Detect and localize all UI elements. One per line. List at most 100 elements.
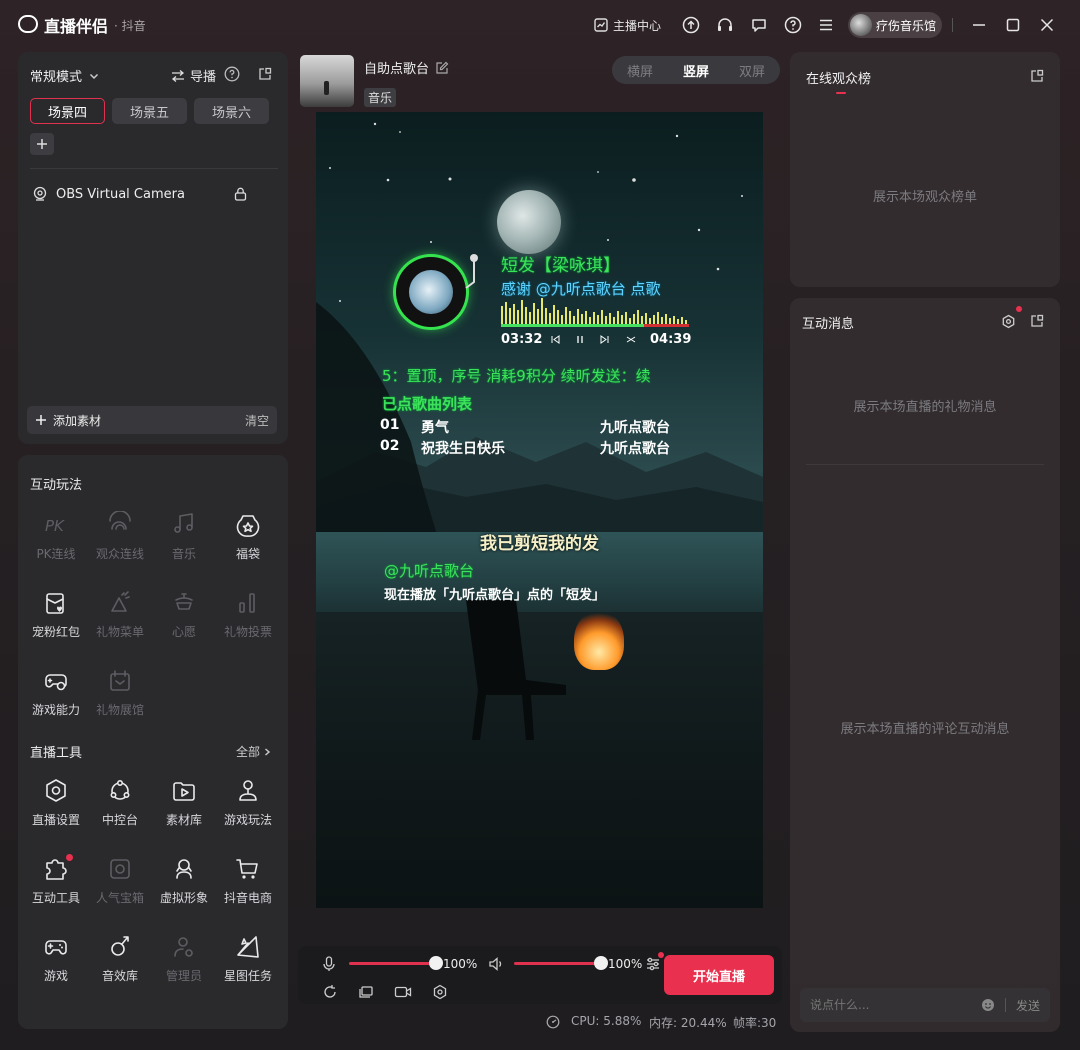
speaker-button[interactable]	[488, 956, 504, 972]
tool-item[interactable]: 虚拟形象	[152, 854, 216, 916]
speaker-volume-knob[interactable]	[594, 956, 608, 970]
star-task-icon	[237, 936, 259, 958]
minimize-button[interactable]	[972, 14, 986, 36]
speaker-volume-track	[514, 962, 601, 965]
headset-button[interactable]	[716, 14, 734, 36]
message-settings-button[interactable]	[1001, 314, 1016, 329]
tool-item[interactable]: 素材库	[152, 776, 216, 838]
comment-input[interactable]	[810, 998, 981, 1012]
mic-volume-knob[interactable]	[429, 956, 443, 970]
tool-label: 素材库	[165, 813, 202, 827]
add-scene-button[interactable]	[30, 133, 54, 155]
interactive-item[interactable]: 音乐	[152, 510, 216, 572]
popout-scenes-button[interactable]	[258, 67, 272, 81]
overlay-now-playing: 现在播放「九听点歌台」点的「短发」	[384, 588, 606, 603]
interactive-icon-wrap	[169, 510, 199, 540]
scene-tab-5[interactable]: 场景五	[112, 98, 187, 124]
title-bar: 直播伴侣 · 抖音 主播中心 疗伤音乐馆	[0, 0, 1080, 48]
interactive-item[interactable]: 福袋	[216, 510, 280, 572]
mic-button[interactable]	[322, 956, 336, 972]
tool-item[interactable]: 星图任务	[216, 932, 280, 994]
user-profile-button[interactable]: 疗伤音乐馆	[848, 12, 942, 38]
tool-item[interactable]: 中控台	[88, 776, 152, 838]
send-button[interactable]: 发送	[1016, 997, 1040, 1014]
screen-share-button[interactable]	[359, 984, 375, 1000]
tool-icon-wrap	[233, 932, 263, 962]
interactive-item[interactable]: 游戏能力	[24, 666, 88, 728]
tool-item[interactable]: 音效库	[88, 932, 152, 994]
maximize-button[interactable]	[1006, 14, 1020, 36]
audience-rank-panel	[790, 52, 1060, 287]
emoji-icon[interactable]	[981, 998, 995, 1012]
mic-volume-slider[interactable]	[349, 962, 436, 965]
orientation-landscape[interactable]: 横屏	[627, 61, 653, 80]
refresh-button[interactable]	[322, 984, 338, 1000]
camera-button[interactable]	[394, 984, 412, 1000]
popout-rank-button[interactable]	[1030, 69, 1044, 83]
help-icon	[224, 66, 240, 82]
album-art	[409, 270, 453, 314]
interactive-item[interactable]: PK PK连线	[24, 510, 88, 572]
tool-item[interactable]: 直播设置	[24, 776, 88, 838]
scene-tab-4[interactable]: 场景四	[30, 98, 105, 124]
upload-icon	[682, 16, 700, 34]
interactive-item[interactable]: 心愿	[152, 588, 216, 650]
memory-usage: 内存: 20.44%	[649, 1016, 727, 1030]
cover-figure	[324, 81, 329, 95]
audio-settings-button[interactable]	[645, 956, 661, 972]
help-circle-button[interactable]	[224, 66, 240, 82]
interactive-item[interactable]: 礼物投票	[216, 588, 280, 650]
menu-button[interactable]	[818, 14, 834, 36]
tools-all-label: 全部	[236, 745, 261, 759]
tool-item[interactable]: 人气宝箱	[88, 854, 152, 916]
orientation-portrait[interactable]: 竖屏	[683, 61, 709, 80]
interactive-item[interactable]: 礼物展馆	[88, 666, 152, 728]
start-live-button[interactable]: 开始直播	[664, 955, 774, 995]
stream-cover-thumbnail[interactable]	[300, 55, 354, 107]
admin-icon	[174, 937, 193, 957]
close-icon	[1040, 18, 1054, 32]
tool-item[interactable]: 抖音电商	[216, 854, 280, 916]
add-material-button[interactable]: 添加素材	[53, 412, 101, 429]
guide-button[interactable]: 导播	[170, 66, 216, 85]
lock-source-button[interactable]	[234, 187, 247, 201]
dashboard-icon	[594, 18, 608, 32]
upload-button[interactable]	[682, 14, 700, 36]
tools-all-link[interactable]: 全部	[236, 743, 272, 760]
chevron-down-icon	[89, 73, 99, 79]
queue-by-1: 九听点歌台	[600, 420, 670, 436]
next-icon	[600, 335, 609, 344]
clear-button[interactable]: 清空	[245, 412, 269, 429]
scene-tab-6[interactable]: 场景六	[194, 98, 269, 124]
notification-dot	[1016, 306, 1022, 312]
speaker-icon	[489, 957, 502, 971]
anchor-center-button[interactable]: 主播中心	[594, 14, 661, 36]
popout-messages-button[interactable]	[1030, 314, 1044, 328]
anchor-center-label: 主播中心	[613, 18, 662, 33]
tool-label: 游戏玩法	[223, 813, 272, 827]
close-button[interactable]	[1040, 14, 1054, 36]
gamepad-icon	[45, 940, 67, 955]
tool-item[interactable]: 游戏	[24, 932, 88, 994]
app-name: 直播伴侣	[44, 17, 109, 36]
stream-preview[interactable]: 短发【梁咏琪】 感谢 @九听点歌台 点歌 03:32 04:39 5：置顶，序号…	[316, 112, 763, 908]
source-item[interactable]: OBS Virtual Camera	[32, 186, 252, 202]
orientation-dual[interactable]: 双屏	[739, 61, 765, 80]
help-button[interactable]	[784, 14, 802, 36]
chat-button[interactable]	[750, 14, 768, 36]
speaker-volume-slider[interactable]	[514, 962, 601, 965]
interactive-item[interactable]: 礼物菜单	[88, 588, 152, 650]
camera-icon	[33, 186, 47, 201]
stream-title-row[interactable]: 自助点歌台	[364, 58, 449, 77]
svg-text:PK: PK	[45, 517, 65, 535]
mode-selector[interactable]: 常规模式	[30, 66, 100, 85]
chair-silhouette	[466, 600, 566, 740]
tool-item[interactable]: 互动工具	[24, 854, 88, 916]
performance-icon-wrap[interactable]	[546, 1015, 560, 1029]
tool-item[interactable]: 游戏玩法	[216, 776, 280, 838]
tool-icon-wrap	[169, 776, 199, 806]
settings-button[interactable]	[432, 984, 448, 1000]
interactive-item[interactable]: 观众连线	[88, 510, 152, 572]
interactive-item[interactable]: 宠粉红包	[24, 588, 88, 650]
tool-item[interactable]: 管理员	[152, 932, 216, 994]
